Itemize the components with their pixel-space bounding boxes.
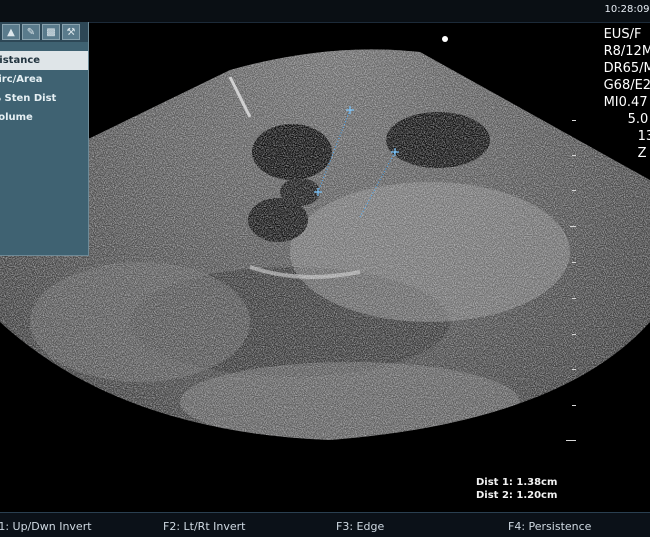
pencil-icon[interactable]: ✎ [22,24,40,40]
scan-fan [0,49,650,441]
measurement-menu: ▲ ✎ ▩ ⚒ Distance Circ/Area % Sten Dist V… [0,22,89,256]
depth-tick [572,155,576,156]
f4-key[interactable]: F4: Persistence [508,520,591,533]
figure-icon[interactable]: ▩ [42,24,60,40]
depth-tick [572,405,576,406]
menu-list: Distance Circ/Area % Sten Dist Volume [0,51,88,127]
top-status-bar: 10:28:09 / [0,0,650,23]
cursor-icon[interactable]: ▲ [2,24,20,40]
ultrasound-image [0,49,650,441]
menu-item-volume[interactable]: Volume [0,108,88,127]
depth-tick [572,334,576,335]
param-gain: G68/E2/10 [603,78,650,93]
menu-item-distance[interactable]: Distance [0,51,88,70]
menu-item-sten-dist[interactable]: % Sten Dist [0,89,88,108]
depth-tick [572,120,576,121]
menu-toolbar: ▲ ✎ ▩ ⚒ [0,22,88,42]
depth-tick [572,369,576,370]
depth-tick [572,262,576,263]
f2-key[interactable]: F2: Lt/Rt Invert [163,520,245,533]
clock-readout: 10:28:09 / [604,4,650,15]
param-frequency: R8/12M [603,44,650,59]
f1-key[interactable]: F1: Up/Dwn Invert [0,520,92,533]
param-zoom: Z [637,146,647,161]
param-mechanical-index: MI0.47 TIs [603,95,650,110]
orientation-marker [442,36,448,42]
depth-tick [572,298,576,299]
depth-tick [572,190,576,191]
dist-1-readout: Dist 1: 1.38cm [476,477,558,488]
param-dynamic-range: DR65/M3 [603,61,650,76]
param-frame-rate: 13 [637,129,650,144]
dist-2-readout: Dist 2: 1.20cm [476,490,558,501]
param-depth: 5.0 [627,112,649,127]
depth-tick [566,440,576,441]
menu-item-circ-area[interactable]: Circ/Area [0,70,88,89]
ultrasound-screen: 10:28:09 / [0,0,650,537]
f3-key[interactable]: F3: Edge [336,520,384,533]
param-mode: EUS/F [603,27,642,42]
measurement-results: Dist 1: 1.38cm Dist 2: 1.20cm [476,476,557,502]
imaging-parameters: EUS/F R8/12M DR65/M3 G68/E2/10 MI0.47 TI… [604,26,650,162]
function-key-bar: F1: Up/Dwn Invert F2: Lt/Rt Invert F3: E… [0,512,650,537]
depth-tick [570,226,576,227]
wrench-icon[interactable]: ⚒ [62,24,80,40]
